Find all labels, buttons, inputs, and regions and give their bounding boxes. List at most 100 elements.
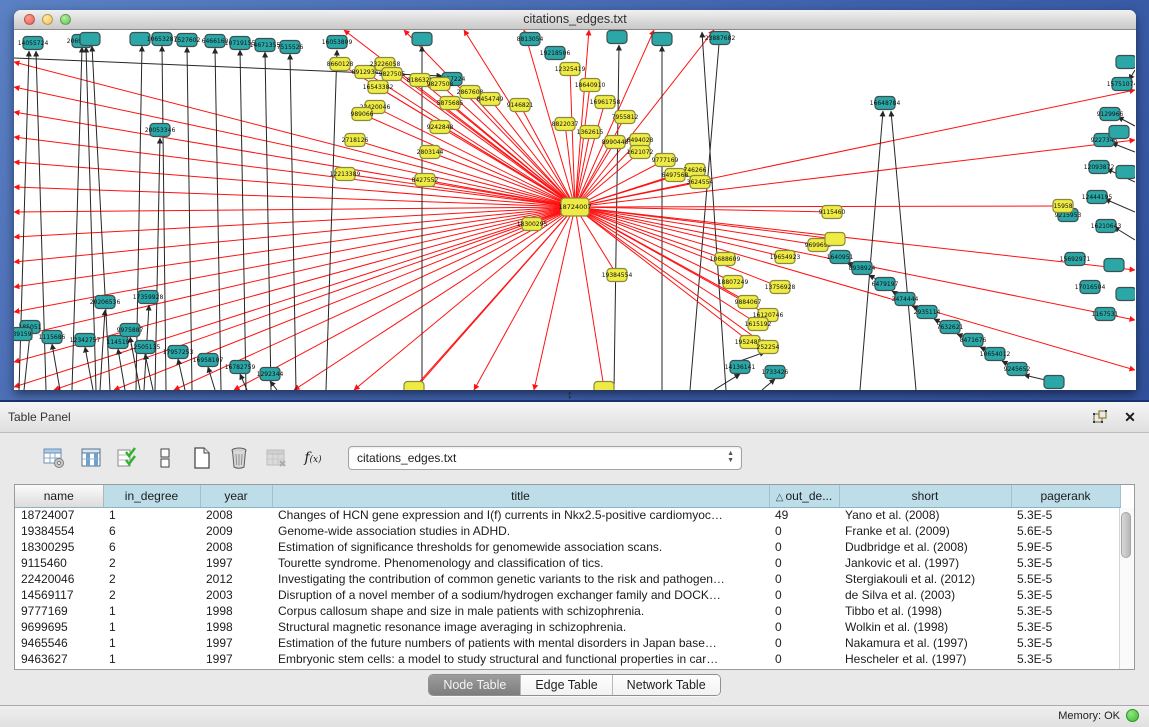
graph-node[interactable]: 16648784 [870,97,901,110]
graph-node[interactable] [80,33,100,46]
graph-node[interactable]: 9245652 [1004,363,1031,376]
graph-node[interactable]: 16543382 [363,81,394,94]
graph-node[interactable]: 7955812 [612,111,639,124]
graph-edge[interactable] [145,354,153,390]
graph-node[interactable]: 12093872 [1084,161,1115,174]
graph-node[interactable] [594,382,614,391]
graph-node[interactable] [1116,166,1135,179]
graph-node[interactable]: 989066 [351,108,374,121]
graph-node[interactable]: 17957253 [163,346,194,359]
graph-edge[interactable] [702,32,726,390]
graph-edge[interactable] [208,367,215,390]
graph-node[interactable]: 1733426 [762,366,789,379]
graph-node[interactable]: 2935114 [914,306,941,319]
graph-node[interactable] [825,233,845,246]
graph-node[interactable]: 18640910 [575,79,606,92]
graph-node[interactable]: 12325419 [555,63,586,76]
column-header-in_degree[interactable]: in_degree [103,485,200,507]
graph-node[interactable] [1044,376,1064,389]
table-row[interactable]: 2242004622012Investigating the contribut… [15,571,1120,587]
table-row[interactable]: 946362711997Embryonic stem cells: a mode… [15,651,1120,667]
graph-node[interactable]: 1167531 [1092,308,1119,321]
graph-edge-red[interactable] [534,207,575,390]
column-header-short[interactable]: short [839,485,1011,507]
graph-node[interactable] [1109,126,1129,139]
graph-edge[interactable] [118,349,125,390]
graph-edge-red[interactable] [575,206,1063,207]
column-header-out_degree[interactable]: △out_de... [769,485,839,507]
graph-node[interactable]: 9884067 [735,296,762,309]
graph-edge[interactable] [265,52,271,390]
graph-edge-red[interactable] [575,140,1135,207]
table-row[interactable]: 1456911722003Disruption of a novel membe… [15,587,1120,603]
graph-node[interactable]: 3474444 [892,293,919,306]
function-builder-button[interactable]: f(x) [297,444,329,472]
graph-node[interactable]: 9129966 [1097,108,1124,121]
graph-node[interactable] [1116,288,1135,301]
graph-node[interactable]: 19654923 [770,251,801,264]
graph-edge[interactable] [714,374,740,390]
graph-node[interactable]: 7515526 [277,41,304,54]
graph-edge[interactable] [1112,143,1135,152]
graph-edge[interactable] [1118,117,1135,126]
graph-node[interactable]: 15751074 [1107,78,1135,91]
graph-node[interactable]: 114519 [107,336,130,349]
graph-node[interactable]: 10688609 [710,253,741,266]
graph-edge[interactable] [136,46,142,390]
graph-node[interactable]: 12444195 [1082,191,1113,204]
unselect-all-button[interactable] [149,444,181,472]
select-all-button[interactable] [112,444,144,472]
graph-node[interactable]: 6494028 [627,134,654,147]
graph-node[interactable]: 9827505 [379,68,406,81]
graph-node[interactable]: 1527602 [174,34,201,47]
table-row[interactable]: 946554611997Estimation of the future num… [15,635,1120,651]
graph-edge[interactable] [100,310,105,390]
graph-edge-red[interactable] [354,207,575,390]
graph-node[interactable] [404,382,424,391]
graph-node[interactable]: 2718126 [342,134,369,147]
graph-node[interactable]: 16958107 [193,354,224,367]
column-header-title[interactable]: title [272,485,769,507]
show-columns-button[interactable] [75,444,107,472]
network-canvas[interactable]: 1405572420691406106532871527602646616010… [14,30,1136,390]
graph-edge[interactable] [85,347,93,390]
table-row[interactable]: 977716911998Corpus callosum shape and si… [15,603,1120,619]
graph-node[interactable]: 16210643 [1091,220,1122,233]
graph-node[interactable]: 1615192 [745,318,772,331]
column-header-year[interactable]: year [200,485,272,507]
table-row[interactable]: 911546021997Tourette syndrome. Phenomeno… [15,555,1120,571]
graph-node[interactable]: 8813054 [517,33,544,46]
graph-node[interactable]: 23887682 [705,32,736,45]
graph-node[interactable]: 17016504 [1075,281,1106,294]
graph-node[interactable]: 9975887 [117,324,144,337]
graph-edge[interactable] [690,32,720,390]
graph-edge-red[interactable] [14,62,575,207]
graph-edge-red[interactable] [414,207,575,388]
graph-node[interactable]: 16053809 [322,36,353,49]
table-row[interactable]: 1938455462009Genome-wide association stu… [15,523,1120,539]
graph-node[interactable]: 14055724 [18,37,49,50]
graph-node[interactable]: 8660128 [327,58,354,71]
tab-node-table[interactable]: Node Table [429,675,521,695]
graph-node[interactable]: 8471676 [960,334,987,347]
graph-edge-red[interactable] [575,85,590,207]
graph-node[interactable]: 8938924 [849,262,876,275]
graph-node[interactable] [412,33,432,46]
graph-edge[interactable] [215,48,221,390]
tab-edge-table[interactable]: Edge Table [521,675,612,695]
graph-node[interactable]: 9146821 [507,99,534,112]
graph-node[interactable]: 18724007 [558,198,591,216]
table-row[interactable]: 1872400712008Changes of HCN gene express… [15,507,1120,523]
graph-node[interactable]: 15958 [1053,200,1073,213]
graph-node[interactable]: 3624554 [687,176,714,189]
graph-node[interactable]: 9777169 [652,154,679,167]
graph-edge-red[interactable] [114,207,575,390]
scrollbar-thumb[interactable] [1121,512,1131,558]
graph-node[interactable]: 8822037 [552,118,579,131]
table-row[interactable]: 969969511998Structural magnetic resonanc… [15,619,1120,635]
graph-node[interactable]: 8427552 [412,174,439,187]
graph-edge[interactable] [860,111,883,390]
graph-node[interactable] [1116,56,1135,69]
graph-edge-red[interactable] [14,207,575,287]
delete-column-button[interactable] [223,444,255,472]
